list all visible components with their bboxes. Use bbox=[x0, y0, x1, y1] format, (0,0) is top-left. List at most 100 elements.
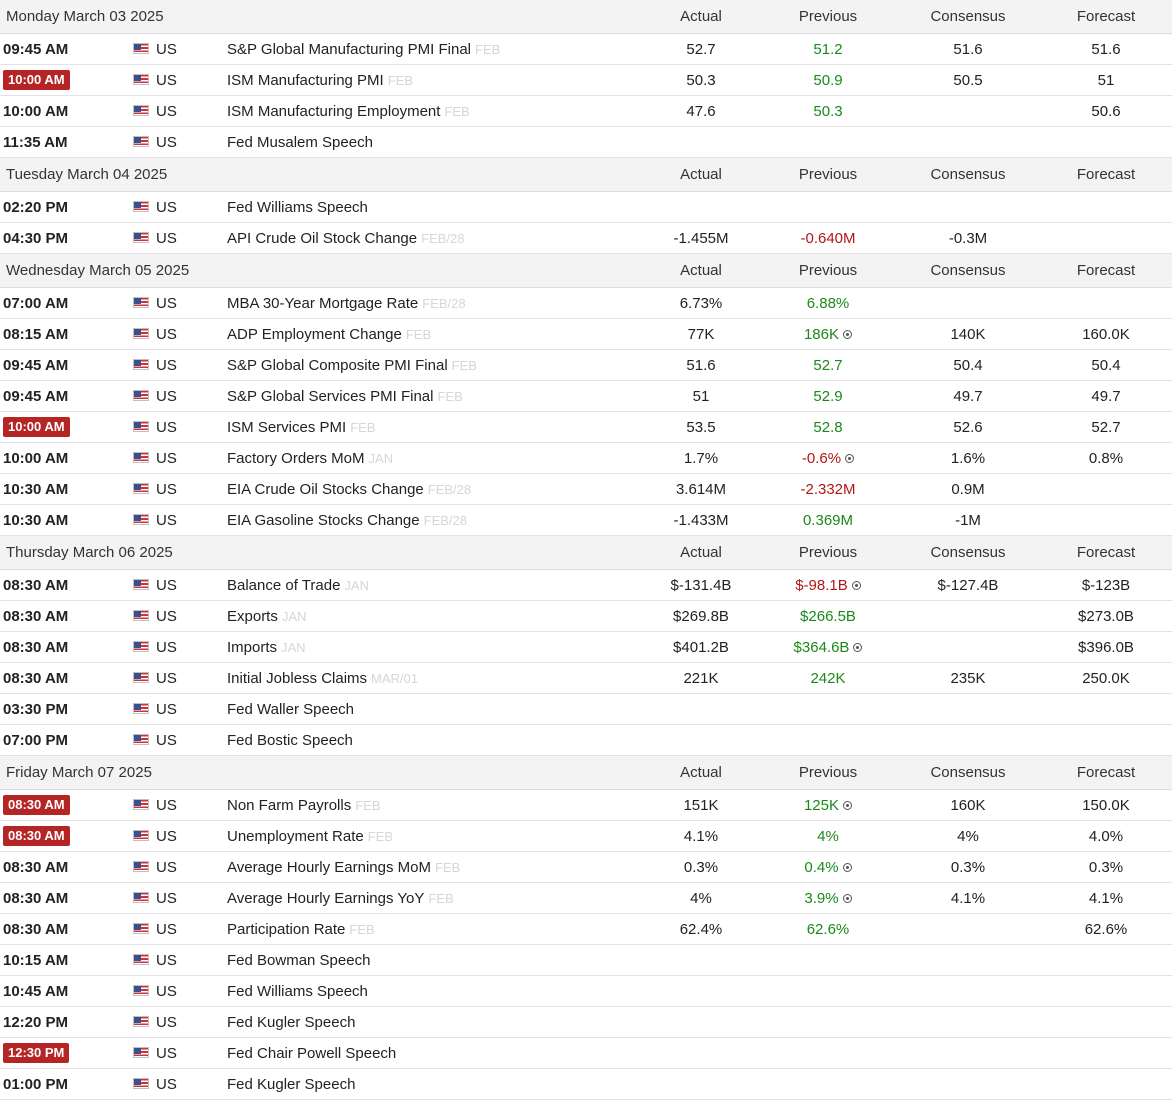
column-header-consensus[interactable]: Consensus bbox=[903, 756, 1033, 790]
event-name-link[interactable]: ADP Employment Change bbox=[227, 326, 402, 343]
column-header-forecast[interactable]: Forecast bbox=[1041, 158, 1171, 192]
column-header-forecast[interactable]: Forecast bbox=[1041, 254, 1171, 288]
column-header-forecast[interactable]: Forecast bbox=[1041, 0, 1171, 34]
event-forecast: 49.7 bbox=[1091, 388, 1121, 405]
event-name-link[interactable]: S&P Global Manufacturing PMI Final bbox=[227, 41, 471, 58]
event-name-link[interactable]: Fed Williams Speech bbox=[227, 199, 368, 216]
event-name-link[interactable]: MBA 30-Year Mortgage Rate bbox=[227, 295, 418, 312]
event-name-link[interactable]: Initial Jobless Claims bbox=[227, 670, 367, 687]
event-name-link[interactable]: Balance of Trade bbox=[227, 577, 340, 594]
event-row[interactable]: 02:20 PM US Fed Williams Speech bbox=[0, 192, 1172, 223]
event-row[interactable]: 09:45 AM US S&P Global Manufacturing PMI F… bbox=[0, 34, 1172, 65]
column-header-previous[interactable]: Previous bbox=[763, 254, 893, 288]
column-header-actual[interactable]: Actual bbox=[636, 536, 766, 570]
event-name-link[interactable]: S&P Global Composite PMI Final bbox=[227, 357, 448, 374]
event-row[interactable]: 08:30 AM US Initial Jobless Claims MAR/01 22… bbox=[0, 663, 1172, 694]
column-header-consensus[interactable]: Consensus bbox=[903, 0, 1033, 34]
event-row[interactable]: 10:45 AM US Fed Williams Speech bbox=[0, 976, 1172, 1007]
column-header-forecast[interactable]: Forecast bbox=[1041, 536, 1171, 570]
event-row[interactable]: 09:45 AM US S&P Global Composite PMI Final… bbox=[0, 350, 1172, 381]
event-name-link[interactable]: EIA Crude Oil Stocks Change bbox=[227, 481, 424, 498]
event-row[interactable]: 10:15 AM US Fed Bowman Speech bbox=[0, 945, 1172, 976]
event-forecast: 0.8% bbox=[1088, 450, 1124, 467]
event-name-link[interactable]: Fed Chair Powell Speech bbox=[227, 1045, 396, 1062]
event-row[interactable]: 08:30 AM US Imports JAN $401.2B $364.6B $396.0… bbox=[0, 632, 1172, 663]
column-header-forecast[interactable]: Forecast bbox=[1041, 756, 1171, 790]
event-name-link[interactable]: Non Farm Payrolls bbox=[227, 797, 351, 814]
economic-calendar: Monday March 03 2025 Actual Previous Consen… bbox=[0, 0, 1172, 1100]
column-header-previous[interactable]: Previous bbox=[763, 158, 893, 192]
event-name-link[interactable]: EIA Gasoline Stocks Change bbox=[227, 512, 420, 529]
event-row[interactable]: 08:30 AM US Average Hourly Earnings MoM FEB… bbox=[0, 852, 1172, 883]
event-row[interactable]: 08:30 AM US Participation Rate FEB 62.4% 62.6… bbox=[0, 914, 1172, 945]
event-row[interactable]: 08:30 AM US Non Farm Payrolls FEB 151K 125K 16… bbox=[0, 790, 1172, 821]
event-name-link[interactable]: Fed Kugler Speech bbox=[227, 1076, 355, 1093]
event-row[interactable]: 09:45 AM US S&P Global Services PMI Final F… bbox=[0, 381, 1172, 412]
event-name-link[interactable]: Fed Bowman Speech bbox=[227, 952, 370, 969]
revised-icon[interactable] bbox=[851, 580, 861, 590]
event-row[interactable]: 04:30 PM US API Crude Oil Stock Change FEB/… bbox=[0, 223, 1172, 254]
flag-graphic bbox=[133, 232, 149, 244]
event-row[interactable]: 12:20 PM US Fed Kugler Speech bbox=[0, 1007, 1172, 1038]
column-header-consensus[interactable]: Consensus bbox=[903, 254, 1033, 288]
event-row[interactable]: 11:35 AM US Fed Musalem Speech bbox=[0, 127, 1172, 158]
event-name-link[interactable]: Unemployment Rate bbox=[227, 828, 364, 845]
column-header-actual[interactable]: Actual bbox=[636, 0, 766, 34]
event-row[interactable]: 10:30 AM US EIA Crude Oil Stocks Change FEB… bbox=[0, 474, 1172, 505]
event-row[interactable]: 01:00 PM US Fed Kugler Speech bbox=[0, 1069, 1172, 1100]
event-row[interactable]: 07:00 AM US MBA 30-Year Mortgage Rate FEB/2… bbox=[0, 288, 1172, 319]
event-row[interactable]: 10:00 AM US ISM Services PMI FEB 53.5 52.8 52.… bbox=[0, 412, 1172, 443]
event-name-link[interactable]: Fed Bostic Speech bbox=[227, 732, 353, 749]
event-name-link[interactable]: Imports bbox=[227, 639, 277, 656]
event-row[interactable]: 12:30 PM US Fed Chair Powell Speech bbox=[0, 1038, 1172, 1069]
event-name-link[interactable]: Exports bbox=[227, 608, 278, 625]
column-header-consensus[interactable]: Consensus bbox=[903, 158, 1033, 192]
event-name-link[interactable]: Average Hourly Earnings YoY bbox=[227, 890, 424, 907]
column-header-consensus[interactable]: Consensus bbox=[903, 536, 1033, 570]
event-row[interactable]: 08:30 AM US Average Hourly Earnings YoY FEB… bbox=[0, 883, 1172, 914]
column-header-actual[interactable]: Actual bbox=[636, 756, 766, 790]
event-name-link[interactable]: S&P Global Services PMI Final bbox=[227, 388, 433, 405]
event-row[interactable]: 08:30 AM US Exports JAN $269.8B $266.5B $273.0… bbox=[0, 601, 1172, 632]
event-row[interactable]: 03:30 PM US Fed Waller Speech bbox=[0, 694, 1172, 725]
event-row[interactable]: 10:00 AM US ISM Manufacturing PMI FEB 50.3 50… bbox=[0, 65, 1172, 96]
event-row[interactable]: 10:00 AM US Factory Orders MoM JAN 1.7% -0.6%… bbox=[0, 443, 1172, 474]
event-row[interactable]: 08:30 AM US Unemployment Rate FEB 4.1% 4% 4% 4.… bbox=[0, 821, 1172, 852]
revised-icon[interactable] bbox=[843, 329, 853, 339]
event-row[interactable]: 08:15 AM US ADP Employment Change FEB 77K 186… bbox=[0, 319, 1172, 350]
event-name-link[interactable]: Fed Williams Speech bbox=[227, 983, 368, 1000]
column-header-previous[interactable]: Previous bbox=[763, 536, 893, 570]
event-row[interactable]: 08:30 AM US Balance of Trade JAN $-131.4B $-9… bbox=[0, 570, 1172, 601]
event-name-link[interactable]: Fed Kugler Speech bbox=[227, 1014, 355, 1031]
event-name-link[interactable]: Participation Rate bbox=[227, 921, 345, 938]
column-header-previous[interactable]: Previous bbox=[763, 0, 893, 34]
event-row[interactable]: 10:30 AM US EIA Gasoline Stocks Change FEB/… bbox=[0, 505, 1172, 536]
event-country: US bbox=[156, 952, 177, 969]
event-previous: $-98.1B bbox=[763, 570, 893, 600]
column-header-previous[interactable]: Previous bbox=[763, 756, 893, 790]
column-header-actual[interactable]: Actual bbox=[636, 158, 766, 192]
event-row[interactable]: 10:00 AM US ISM Manufacturing Employment FE… bbox=[0, 96, 1172, 127]
revised-icon[interactable] bbox=[843, 800, 853, 810]
event-name-link[interactable]: ISM Manufacturing PMI bbox=[227, 72, 384, 89]
event-time: 10:15 AM bbox=[3, 945, 68, 975]
us-flag-icon bbox=[133, 914, 149, 944]
event-name-link[interactable]: ISM Manufacturing Employment bbox=[227, 103, 440, 120]
event-row[interactable]: 07:00 PM US Fed Bostic Speech bbox=[0, 725, 1172, 756]
revised-icon[interactable] bbox=[842, 862, 852, 872]
event-time-text: 10:15 AM bbox=[3, 952, 69, 969]
revised-icon[interactable] bbox=[845, 453, 855, 463]
event-name-link[interactable]: Fed Musalem Speech bbox=[227, 134, 373, 151]
event-name-link[interactable]: Fed Waller Speech bbox=[227, 701, 354, 718]
flag-graphic bbox=[133, 734, 149, 746]
event-name-link[interactable]: Factory Orders MoM bbox=[227, 450, 365, 467]
event-name-link[interactable]: ISM Services PMI bbox=[227, 419, 346, 436]
event-time: 10:30 AM bbox=[3, 505, 68, 535]
column-header-actual[interactable]: Actual bbox=[636, 254, 766, 288]
revised-icon[interactable] bbox=[842, 893, 852, 903]
revised-icon[interactable] bbox=[853, 642, 863, 652]
event-previous: 3.9% bbox=[763, 883, 893, 913]
event-name-link[interactable]: Average Hourly Earnings MoM bbox=[227, 859, 431, 876]
event-name-link[interactable]: API Crude Oil Stock Change bbox=[227, 230, 417, 247]
event-previous: -0.6% bbox=[763, 443, 893, 473]
